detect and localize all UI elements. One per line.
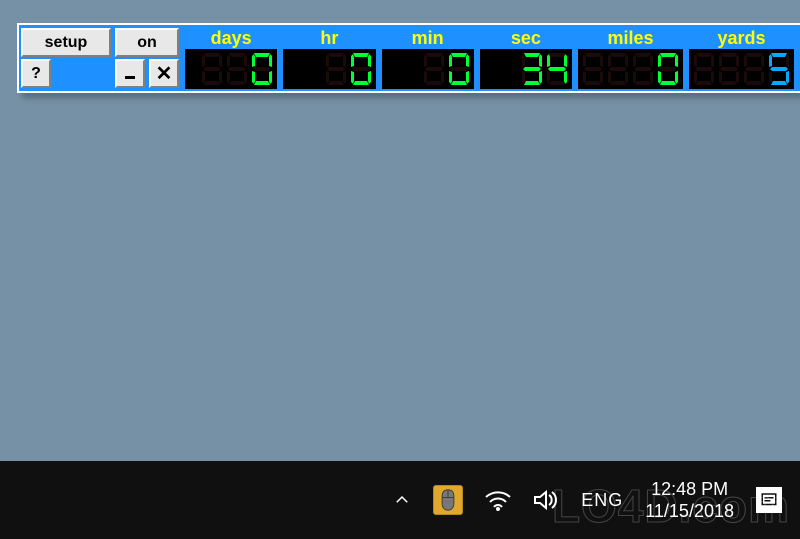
panel-sec-label: sec — [480, 27, 572, 49]
tray-time: 12:48 PM — [645, 478, 734, 501]
seven-seg-digit — [448, 52, 470, 86]
panel-sec-display — [480, 49, 572, 89]
panel-miles: miles — [578, 27, 683, 89]
tray-wifi-icon[interactable] — [485, 489, 511, 511]
panel-miles-label: miles — [578, 27, 683, 49]
odometer-content: setup on ? ✕ days hr min sec miles yards — [19, 25, 800, 91]
seven-seg-digit-off — [325, 52, 347, 86]
seven-seg-digit-off — [743, 52, 765, 86]
seven-seg-digit — [521, 52, 543, 86]
tray-overflow-chevron-icon[interactable] — [393, 491, 411, 509]
toggle-on-button[interactable]: on — [115, 28, 179, 57]
windows-taskbar: ENG 12:48 PM 11/15/2018 — [0, 461, 800, 539]
seven-seg-digit-off — [693, 52, 715, 86]
panel-min-label: min — [382, 27, 474, 49]
seven-seg-digit-off — [607, 52, 629, 86]
seven-seg-digit-off — [718, 52, 740, 86]
odometer-window: setup on ? ✕ days hr min sec miles yards — [17, 23, 800, 93]
panel-days-display — [185, 49, 277, 89]
panel-hr-display — [283, 49, 375, 89]
tray-date: 11/15/2018 — [645, 500, 734, 523]
panel-days-label: days — [185, 27, 277, 49]
seven-seg-digit-off — [423, 52, 445, 86]
tray-action-center-icon[interactable] — [756, 487, 782, 513]
setup-button[interactable]: setup — [21, 28, 111, 57]
readout-panels: days hr min sec miles yards — [185, 27, 794, 89]
panel-days: days — [185, 27, 277, 89]
panel-min: min — [382, 27, 474, 89]
panel-yards-display — [689, 49, 794, 89]
seven-seg-digit — [657, 52, 679, 86]
tray-volume-icon[interactable] — [533, 489, 559, 511]
help-button[interactable]: ? — [21, 59, 51, 88]
panel-min-display — [382, 49, 474, 89]
panel-yards-label: yards — [689, 27, 794, 49]
seven-seg-digit — [350, 52, 372, 86]
seven-seg-digit — [251, 52, 273, 86]
minimize-button[interactable] — [115, 59, 145, 88]
panel-yards: yards — [689, 27, 794, 89]
panel-hr: hr — [283, 27, 375, 89]
seven-seg-digit-off — [201, 52, 223, 86]
panel-hr-label: hr — [283, 27, 375, 49]
tray-language-indicator[interactable]: ENG — [581, 490, 623, 511]
seven-seg-digit — [546, 52, 568, 86]
tray-mouse-odometer-icon[interactable] — [433, 485, 463, 515]
tray-clock[interactable]: 12:48 PM 11/15/2018 — [645, 478, 734, 523]
seven-seg-digit-off — [582, 52, 604, 86]
seven-seg-digit-off — [632, 52, 654, 86]
desktop-background: setup on ? ✕ days hr min sec miles yards — [0, 0, 800, 461]
seven-seg-digit-off — [226, 52, 248, 86]
control-button-grid: setup on ? ✕ — [21, 27, 179, 89]
panel-miles-display — [578, 49, 683, 89]
close-button[interactable]: ✕ — [149, 59, 179, 88]
seven-seg-digit — [768, 52, 790, 86]
panel-sec: sec — [480, 27, 572, 89]
